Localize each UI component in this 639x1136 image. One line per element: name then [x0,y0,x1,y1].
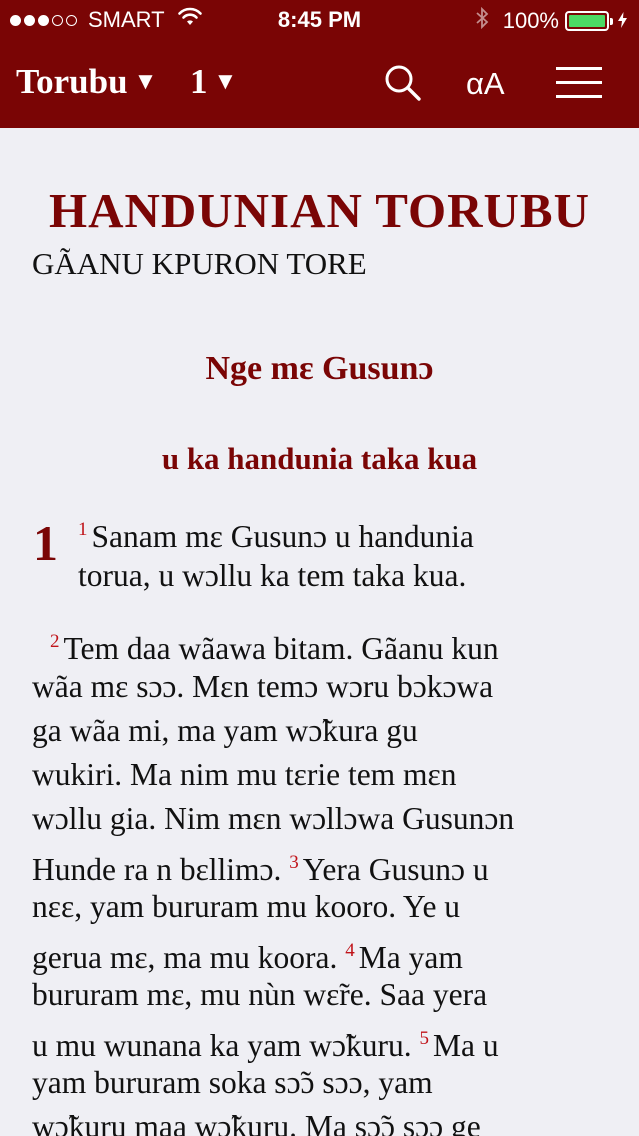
status-bar: SMART 8:45 PM 100% [0,0,639,40]
chapter-selector[interactable]: 1 ▼ [190,62,237,102]
battery-tip [610,18,613,25]
status-right: 100% [476,6,627,35]
search-icon [384,65,422,106]
caret-down-icon: ▼ [213,69,238,95]
book-selector[interactable]: Torubu ▼ [16,62,157,102]
verse-text: Tem daa wãawa bitam. Gãanu kun [63,631,499,666]
verse-text: nɛɛ, yam bururam mu kooro. Ye u [32,889,461,924]
verse-number: 5 [419,1028,430,1049]
verse-line: wãa mɛ sɔɔ. Mɛn temɔ wɔru bɔkɔwa [32,665,493,709]
verse-line: wukiri. Ma nim mu tɛrie tem mɛn [32,753,457,797]
verse-text: Yera Gusunɔ u [302,852,489,887]
verse-text: Ma yam [358,940,463,975]
verse-text: Hunde ra n bɛllimɔ. [32,852,282,887]
verse-number: 1 [78,519,88,540]
verse-text: Ma u [433,1028,499,1063]
verse-line: yam bururam soka sɔ̃ɔ sɔɔ, yam [32,1061,433,1105]
menu-bar [556,81,602,84]
font-size-button[interactable]: αA [466,66,505,102]
bluetooth-icon [476,6,489,35]
verse-line: nɛɛ, yam bururam mu kooro. Ye u [32,885,460,929]
verse-text: gerua mɛ, ma mu koora. [32,940,338,975]
book-title: HANDUNIAN TORUBU [48,183,590,238]
verse-text: Sanam mɛ Gusunɔ u handunia [91,519,474,554]
book-subtitle: GÃANU KPURON TORE [32,246,367,281]
chapter-label: 1 [190,62,208,101]
nav-bar: Torubu ▼ 1 ▼ αA [0,40,639,128]
book-name: Torubu [16,62,128,101]
verse-number: 3 [289,852,299,873]
section-heading: Nge mɛ Gusunɔ [205,350,434,387]
menu-button[interactable] [556,67,602,109]
verse-text: wɔ̃kuru maa wɔ̃kuru. Ma sɔ̃ɔ sɔɔ ge [32,1109,481,1136]
reader-content[interactable]: HANDUNIAN TORUBU GÃANU KPURON TORE Nge m… [0,128,639,1136]
menu-bar [556,95,602,98]
verse-line: wɔ̃kuru maa wɔ̃kuru. Ma sɔ̃ɔ sɔɔ ge [32,1105,481,1136]
verse-line: wɔllu gia. Nim mɛn wɔllɔwa Gusunɔn [32,797,514,841]
verse-text: wukiri. Ma nim mu tɛrie tem mɛn [32,757,457,792]
verse-text: yam bururam soka sɔ̃ɔ sɔɔ, yam [32,1065,433,1100]
caret-down-icon: ▼ [133,69,158,95]
verse-number: 4 [345,940,355,961]
verse-line: torua, u wɔllu ka tem taka kua. [78,554,466,598]
battery-percent: 100% [502,8,559,33]
verse-line: 2 Tem daa wãawa bitam. Gãanu kun [50,620,499,671]
verse-number: 2 [50,631,60,652]
verse-line: bururam mɛ, mu nùn wɛ̃re. Saa yera [32,973,487,1017]
verse-text: bururam mɛ, mu nùn wɛ̃re. Saa yera [32,977,488,1012]
verse-text: wãa mɛ sɔɔ. Mɛn temɔ wɔru bɔkɔwa [32,669,494,704]
verse-text: ga wãa mi, ma yam wɔ̃kura gu [32,713,418,748]
verse-text: torua, u wɔllu ka tem taka kua. [78,558,467,593]
menu-bar [556,67,602,70]
battery-icon [565,11,613,31]
battery-level [569,15,605,27]
charging-icon [618,8,627,34]
chapter-number: 1 [33,515,58,571]
verse-line: 1 Sanam mɛ Gusunɔ u handunia [78,508,474,559]
verse-text: wɔllu gia. Nim mɛn wɔllɔwa Gusunɔn [32,801,515,836]
verse-line: ga wãa mi, ma yam wɔ̃kura gu [32,709,418,753]
verse-text: u mu wunana ka yam wɔ̃kuru. [32,1028,412,1063]
menu-icon [556,67,602,98]
search-button[interactable] [384,64,422,107]
section-subheading: u ka handunia taka kua [161,441,478,476]
